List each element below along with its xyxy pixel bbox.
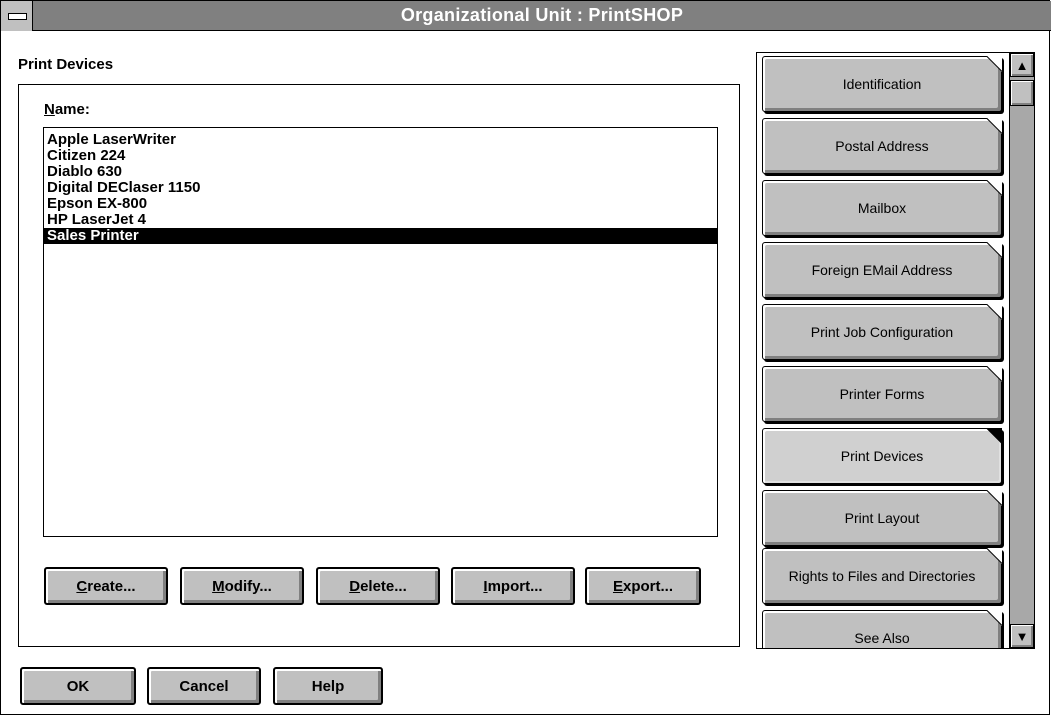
- tab-rights-to-files-and-directories[interactable]: Rights to Files and Directories: [762, 548, 1002, 604]
- modify-mnemonic: M: [212, 577, 225, 595]
- tab-label: Postal Address: [835, 138, 929, 154]
- window-title: Organizational Unit : PrintSHOP: [400, 5, 684, 25]
- create-label: reate...: [87, 577, 136, 595]
- tab-printer-forms[interactable]: Printer Forms: [762, 366, 1002, 422]
- tab-mailbox[interactable]: Mailbox: [762, 180, 1002, 236]
- device-listbox[interactable]: Apple LaserWriter Citizen 224 Diablo 630 Di…: [43, 127, 718, 537]
- page-corner-icon: [986, 428, 1002, 444]
- scroll-thumb[interactable]: [1010, 80, 1034, 106]
- ok-button[interactable]: OK: [20, 667, 136, 705]
- arrow-up-icon[interactable]: ▲: [1010, 53, 1034, 77]
- import-button[interactable]: Import...: [451, 567, 575, 605]
- delete-label: elete...: [360, 577, 407, 595]
- create-mnemonic: C: [76, 577, 88, 595]
- device-list-item[interactable]: Digital DEClaser 1150: [44, 180, 717, 196]
- tab-label: Rights to Files and Directories: [788, 568, 976, 584]
- device-list-item[interactable]: Diablo 630: [44, 164, 717, 180]
- device-list-item[interactable]: Citizen 224: [44, 148, 717, 164]
- arrow-down-icon[interactable]: ▼: [1010, 624, 1034, 648]
- delete-button[interactable]: Delete...: [316, 567, 440, 605]
- tab-foreign-email-address[interactable]: Foreign EMail Address: [762, 242, 1002, 298]
- create-button[interactable]: Create...: [44, 567, 168, 605]
- tab-print-job-configuration[interactable]: Print Job Configuration: [762, 304, 1002, 360]
- tab-label: Identification: [842, 76, 922, 92]
- tab-label: Foreign EMail Address: [811, 262, 953, 278]
- modify-label: odify...: [224, 577, 272, 595]
- help-button[interactable]: Help: [273, 667, 383, 705]
- page-corner-icon: [986, 56, 1002, 72]
- device-list-item[interactable]: HP LaserJet 4: [44, 212, 717, 228]
- tab-label: Print Job Configuration: [810, 324, 954, 340]
- tab-label: Printer Forms: [839, 386, 925, 402]
- page-corner-icon: [986, 610, 1002, 626]
- tab-print-layout[interactable]: Print Layout: [762, 490, 1002, 546]
- page-corner-icon: [986, 304, 1002, 320]
- system-menu-icon[interactable]: [1, 1, 33, 31]
- page-corner-icon: [986, 548, 1002, 564]
- tab-postal-address[interactable]: Postal Address: [762, 118, 1002, 174]
- page-corner-icon: [986, 180, 1002, 196]
- page-corner-icon: [986, 242, 1002, 258]
- export-button[interactable]: Export...: [585, 567, 701, 605]
- export-label: xport...: [623, 577, 674, 595]
- page-corner-icon: [986, 118, 1002, 134]
- page-corner-icon: [986, 366, 1002, 382]
- modify-button[interactable]: Modify...: [180, 567, 304, 605]
- tab-print-devices[interactable]: Print Devices: [762, 428, 1002, 484]
- page-corner-icon: [986, 490, 1002, 506]
- tabs-scrollbar[interactable]: ▲ ▼: [1009, 53, 1034, 648]
- device-list-item[interactable]: Epson EX-800: [44, 196, 717, 212]
- tab-label: Mailbox: [857, 200, 907, 216]
- delete-mnemonic: D: [349, 577, 361, 595]
- tab-label: Print Layout: [844, 510, 920, 526]
- name-label: Name:: [44, 101, 90, 118]
- tab-identification[interactable]: Identification: [762, 56, 1002, 112]
- cancel-button[interactable]: Cancel: [147, 667, 261, 705]
- tab-see-also[interactable]: See Also: [762, 610, 1002, 648]
- section-title: Print Devices: [18, 56, 114, 73]
- device-list-item[interactable]: Apple LaserWriter: [44, 132, 717, 148]
- title-bar[interactable]: Organizational Unit : PrintSHOP: [1, 1, 1051, 31]
- import-label: mport...: [487, 577, 543, 595]
- name-label-mnemonic: N: [44, 101, 55, 118]
- device-list-item[interactable]: Sales Printer: [44, 228, 717, 244]
- export-mnemonic: E: [612, 577, 623, 595]
- tab-label: Print Devices: [840, 448, 924, 464]
- name-label-rest: ame:: [54, 101, 90, 118]
- page-tabs-panel: Identification Postal Address Mailbox Forei…: [756, 52, 1035, 649]
- tab-label: See Also: [854, 630, 910, 646]
